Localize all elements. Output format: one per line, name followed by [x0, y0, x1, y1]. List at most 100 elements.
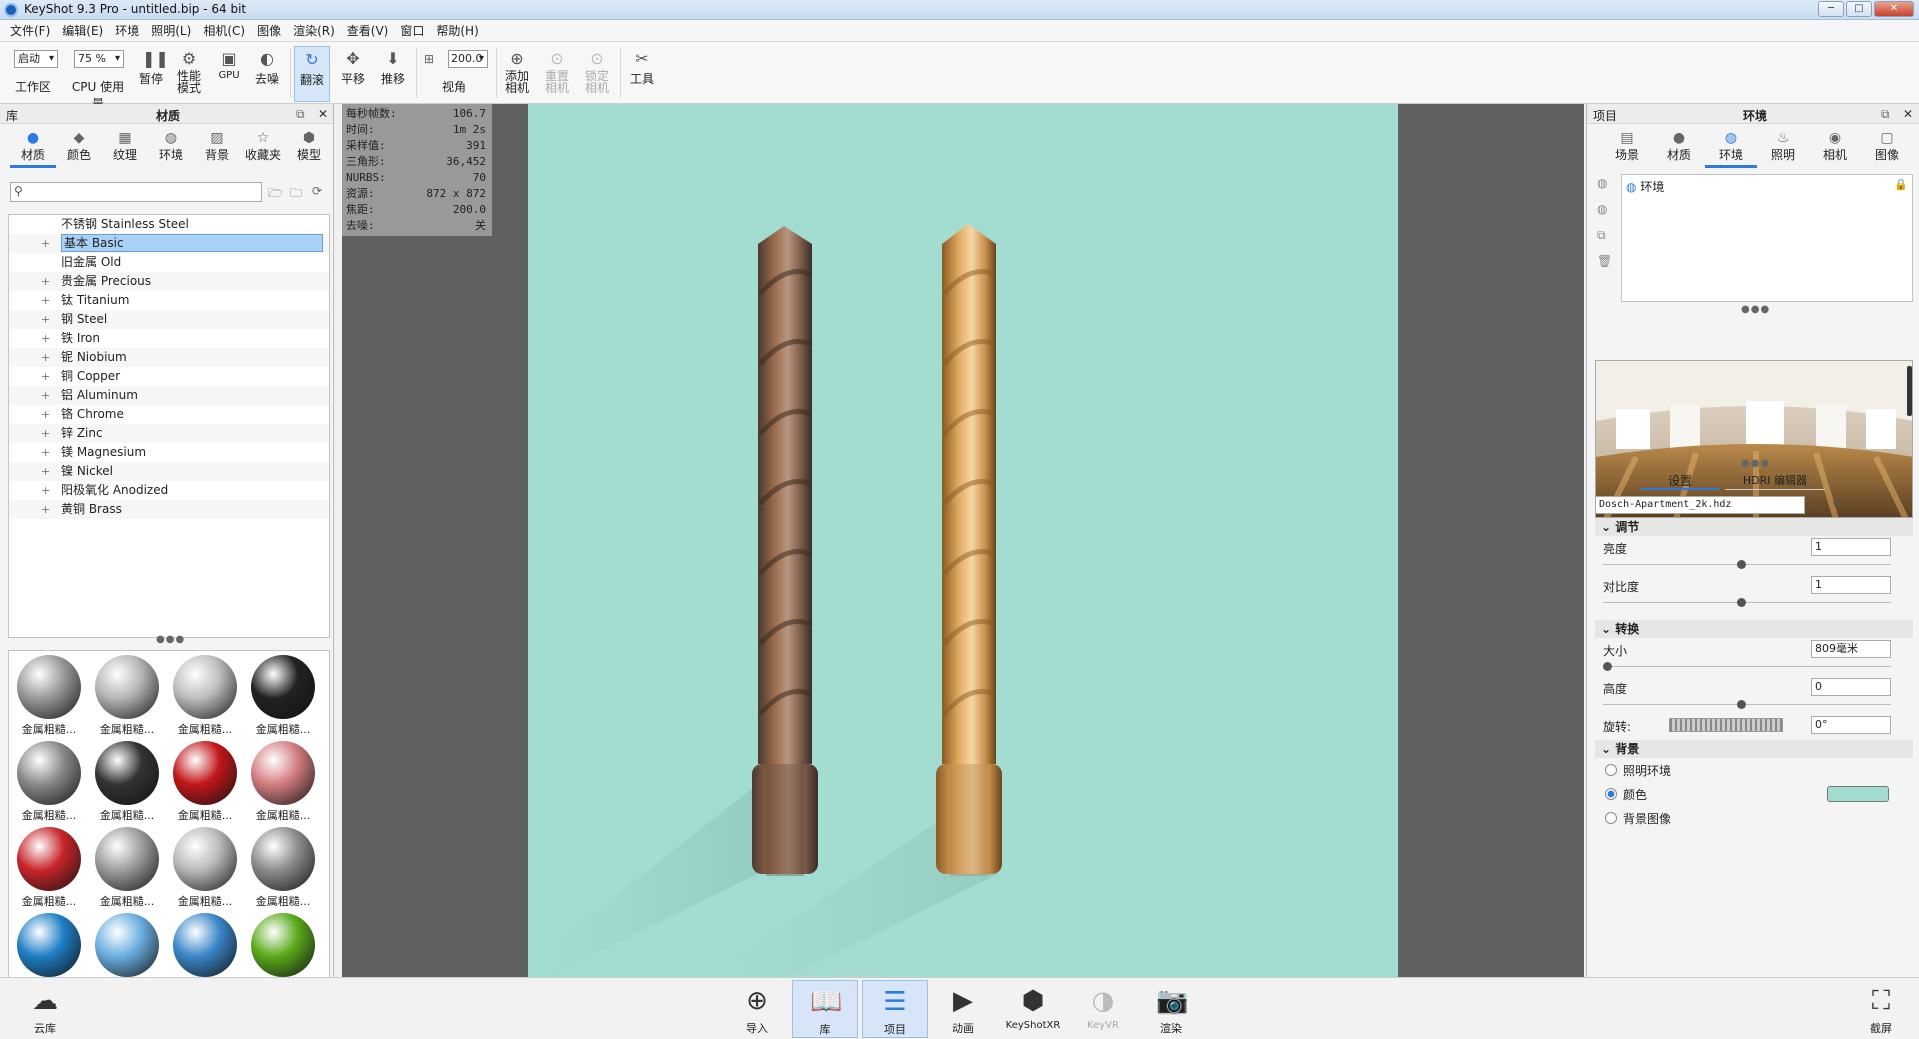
expand-icon[interactable]: + [41, 405, 50, 424]
menu-environment[interactable]: 环境 [109, 22, 145, 39]
expand-icon[interactable]: + [41, 462, 50, 481]
expand-icon[interactable]: + [41, 348, 50, 367]
size-slider-knob[interactable] [1603, 662, 1612, 671]
menu-file[interactable]: 文件(F) [4, 22, 56, 39]
radio-background-image[interactable] [1605, 812, 1617, 824]
tree-item[interactable]: + 黄铜 Brass [9, 500, 329, 519]
material-thumbnail[interactable]: 金属粗糙... [11, 653, 87, 737]
material-thumbnail[interactable]: 金属粗糙... [245, 825, 321, 909]
size-slider[interactable] [1603, 666, 1891, 667]
tree-item[interactable]: + 锌 Zinc [9, 424, 329, 443]
render-scene[interactable] [528, 104, 1398, 977]
minimize-button[interactable]: ─ [1818, 1, 1844, 17]
library-button[interactable]: 📖 库 [792, 980, 858, 1038]
tab-camera[interactable]: ◉ 相机 [1809, 126, 1861, 168]
menu-lighting[interactable]: 照明(L) [145, 22, 197, 39]
tab-hdri-editor[interactable]: HDRI 编辑器 [1725, 472, 1825, 490]
radio-lighting-environment[interactable] [1605, 764, 1617, 776]
project-button[interactable]: ☰ 项目 [862, 980, 928, 1038]
material-thumbnail[interactable]: 金属粗糙... [245, 653, 321, 737]
brightness-slider[interactable] [1603, 564, 1891, 565]
expand-icon[interactable]: + [41, 386, 50, 405]
brightness-input[interactable]: 1 [1811, 538, 1891, 556]
tree-item[interactable]: + 铌 Niobium [9, 348, 329, 367]
gpu-button[interactable]: ▣ GPU [212, 46, 246, 102]
tree-item[interactable]: 旧金属 Old [9, 253, 329, 272]
tab-lighting[interactable]: ♨ 照明 [1757, 126, 1809, 168]
screenshot-button[interactable]: ⛶ 截屏 [1848, 980, 1914, 1038]
reset-camera-button[interactable]: ⊙ 重置 相机 [540, 46, 574, 102]
brightness-slider-knob[interactable] [1737, 560, 1746, 569]
material-thumbnail[interactable]: 金属粗糙... [167, 739, 243, 823]
material-thumbnail[interactable]: 金属粗糙... [167, 653, 243, 737]
undock-icon[interactable]: ⧉ [296, 107, 305, 122]
render-viewport[interactable] [342, 104, 1584, 977]
undock-icon[interactable]: ⧉ [1881, 107, 1890, 122]
hdri-scroll-thumb[interactable] [1907, 366, 1912, 416]
splitter-handle[interactable]: ●●● [1741, 304, 1770, 315]
rotation-input[interactable]: 0° [1811, 716, 1891, 734]
tab-environment[interactable]: ◍ 环境 [1705, 126, 1757, 168]
expand-icon[interactable]: + [41, 481, 50, 500]
tree-item[interactable]: + 镁 Magnesium [9, 443, 329, 462]
tree-item[interactable]: + 钛 Titanium [9, 291, 329, 310]
section-transform[interactable]: ⌄ 转换 [1595, 620, 1913, 638]
lock-camera-button[interactable]: ⊙ 锁定 相机 [580, 46, 614, 102]
denoise-button[interactable]: ◐ 去噪 [250, 46, 284, 102]
expand-icon[interactable]: + [41, 272, 50, 291]
cloud-library-button[interactable]: ☁ 云库 [12, 980, 78, 1038]
workspace-select[interactable]: 启动 [14, 50, 58, 68]
tab-models[interactable]: ⬢ 模型 [286, 126, 332, 168]
tree-item[interactable]: + 铬 Chrome [9, 405, 329, 424]
expand-icon[interactable]: + [41, 500, 50, 519]
tumble-button[interactable]: ↻ 翻滚 [294, 46, 330, 102]
splitter-handle[interactable]: ●●● [1741, 458, 1770, 469]
tree-item[interactable]: + 铝 Aluminum [9, 386, 329, 405]
duplicate-environment-icon[interactable]: ◍ [1597, 202, 1607, 216]
copy-environment-icon[interactable]: ⧉ [1597, 228, 1606, 243]
menu-view[interactable]: 查看(V) [341, 22, 395, 39]
material-thumbnail[interactable]: 金属粗糙... [11, 739, 87, 823]
tab-environments[interactable]: ◍ 环境 [148, 126, 194, 168]
tree-item[interactable]: + 贵金属 Precious [9, 272, 329, 291]
folder-add-icon[interactable]: 🗀 [290, 184, 302, 205]
tab-settings[interactable]: 设置 [1641, 472, 1719, 490]
height-slider[interactable] [1603, 704, 1891, 705]
refresh-icon[interactable]: ⟳ [1833, 496, 1843, 510]
add-environment-icon[interactable]: ◍ [1597, 176, 1607, 190]
tab-favorites[interactable]: ☆ 收藏夹 [240, 126, 286, 168]
tree-item[interactable]: 不锈钢 Stainless Steel [9, 215, 329, 234]
radio-color[interactable] [1605, 788, 1617, 800]
expand-icon[interactable]: + [41, 424, 50, 443]
menu-image[interactable]: 图像 [251, 22, 287, 39]
keyshotxr-button[interactable]: ⬢ KeyShotXR [1000, 980, 1066, 1038]
menu-render[interactable]: 渲染(R) [287, 22, 341, 39]
hdri-file-input[interactable]: Dosch-Apartment_2k.hdz [1595, 496, 1805, 514]
field-of-view-input[interactable]: 200.0 [448, 50, 488, 68]
cpu-usage-select[interactable]: 75 % [74, 50, 124, 68]
menu-edit[interactable]: 编辑(E) [56, 22, 109, 39]
expand-icon[interactable]: + [41, 443, 50, 462]
tree-item[interactable]: + 钢 Steel [9, 310, 329, 329]
import-button[interactable]: ⊕ 导入 [724, 980, 790, 1038]
tree-item[interactable]: + 铁 Iron [9, 329, 329, 348]
menu-camera[interactable]: 相机(C) [197, 22, 251, 39]
expand-icon[interactable]: + [41, 234, 50, 253]
folder-open-icon[interactable]: 🗁 [268, 184, 283, 205]
tab-materials[interactable]: ● 材质 [10, 126, 56, 168]
height-input[interactable]: 0 [1811, 678, 1891, 696]
material-thumbnail[interactable]: 金属粗糙... [89, 739, 165, 823]
expand-icon[interactable]: + [41, 291, 50, 310]
pan-button[interactable]: ✥ 平移 [336, 46, 370, 102]
tab-backplates[interactable]: ▨ 背景 [194, 126, 240, 168]
lock-icon[interactable]: 🔒 [1894, 178, 1908, 191]
maximize-button[interactable]: □ [1846, 1, 1872, 17]
menu-help[interactable]: 帮助(H) [430, 22, 484, 39]
rotation-dial[interactable] [1669, 718, 1783, 732]
tab-textures[interactable]: ▦ 纹理 [102, 126, 148, 168]
material-thumbnail[interactable]: 金属粗糙... [89, 653, 165, 737]
section-background[interactable]: ⌄ 背景 [1595, 740, 1913, 758]
environment-list-item[interactable]: ◍ 环境 [1626, 178, 1664, 195]
tree-item[interactable]: + 镍 Nickel [9, 462, 329, 481]
render-button[interactable]: 📷 渲染 [1138, 980, 1204, 1038]
